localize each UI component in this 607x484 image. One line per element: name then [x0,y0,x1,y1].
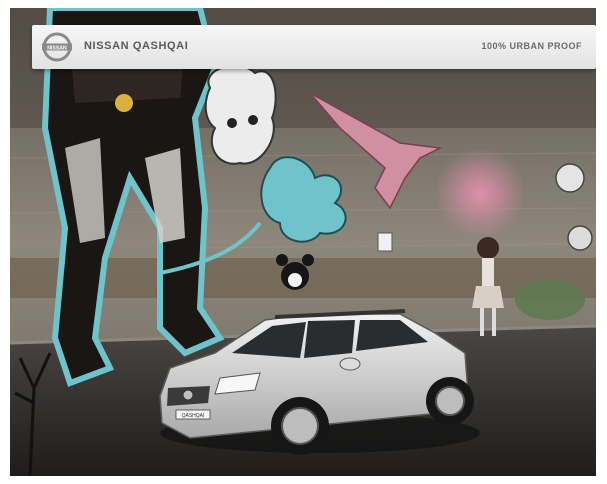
nissan-logo-icon[interactable]: NISSAN [41,31,73,63]
header-bar: NISSAN NISSAN QASHQAI 100% URBAN PROOF [32,25,596,69]
hero-image: NISSAN NISSAN QASHQAI 100% URBAN PROOF Q… [10,8,596,476]
brand-title: NISSAN QASHQAI [84,40,189,52]
logo-text: NISSAN [47,45,67,51]
brand-tagline: 100% URBAN PROOF [481,41,582,51]
graffiti-scene [10,8,596,476]
